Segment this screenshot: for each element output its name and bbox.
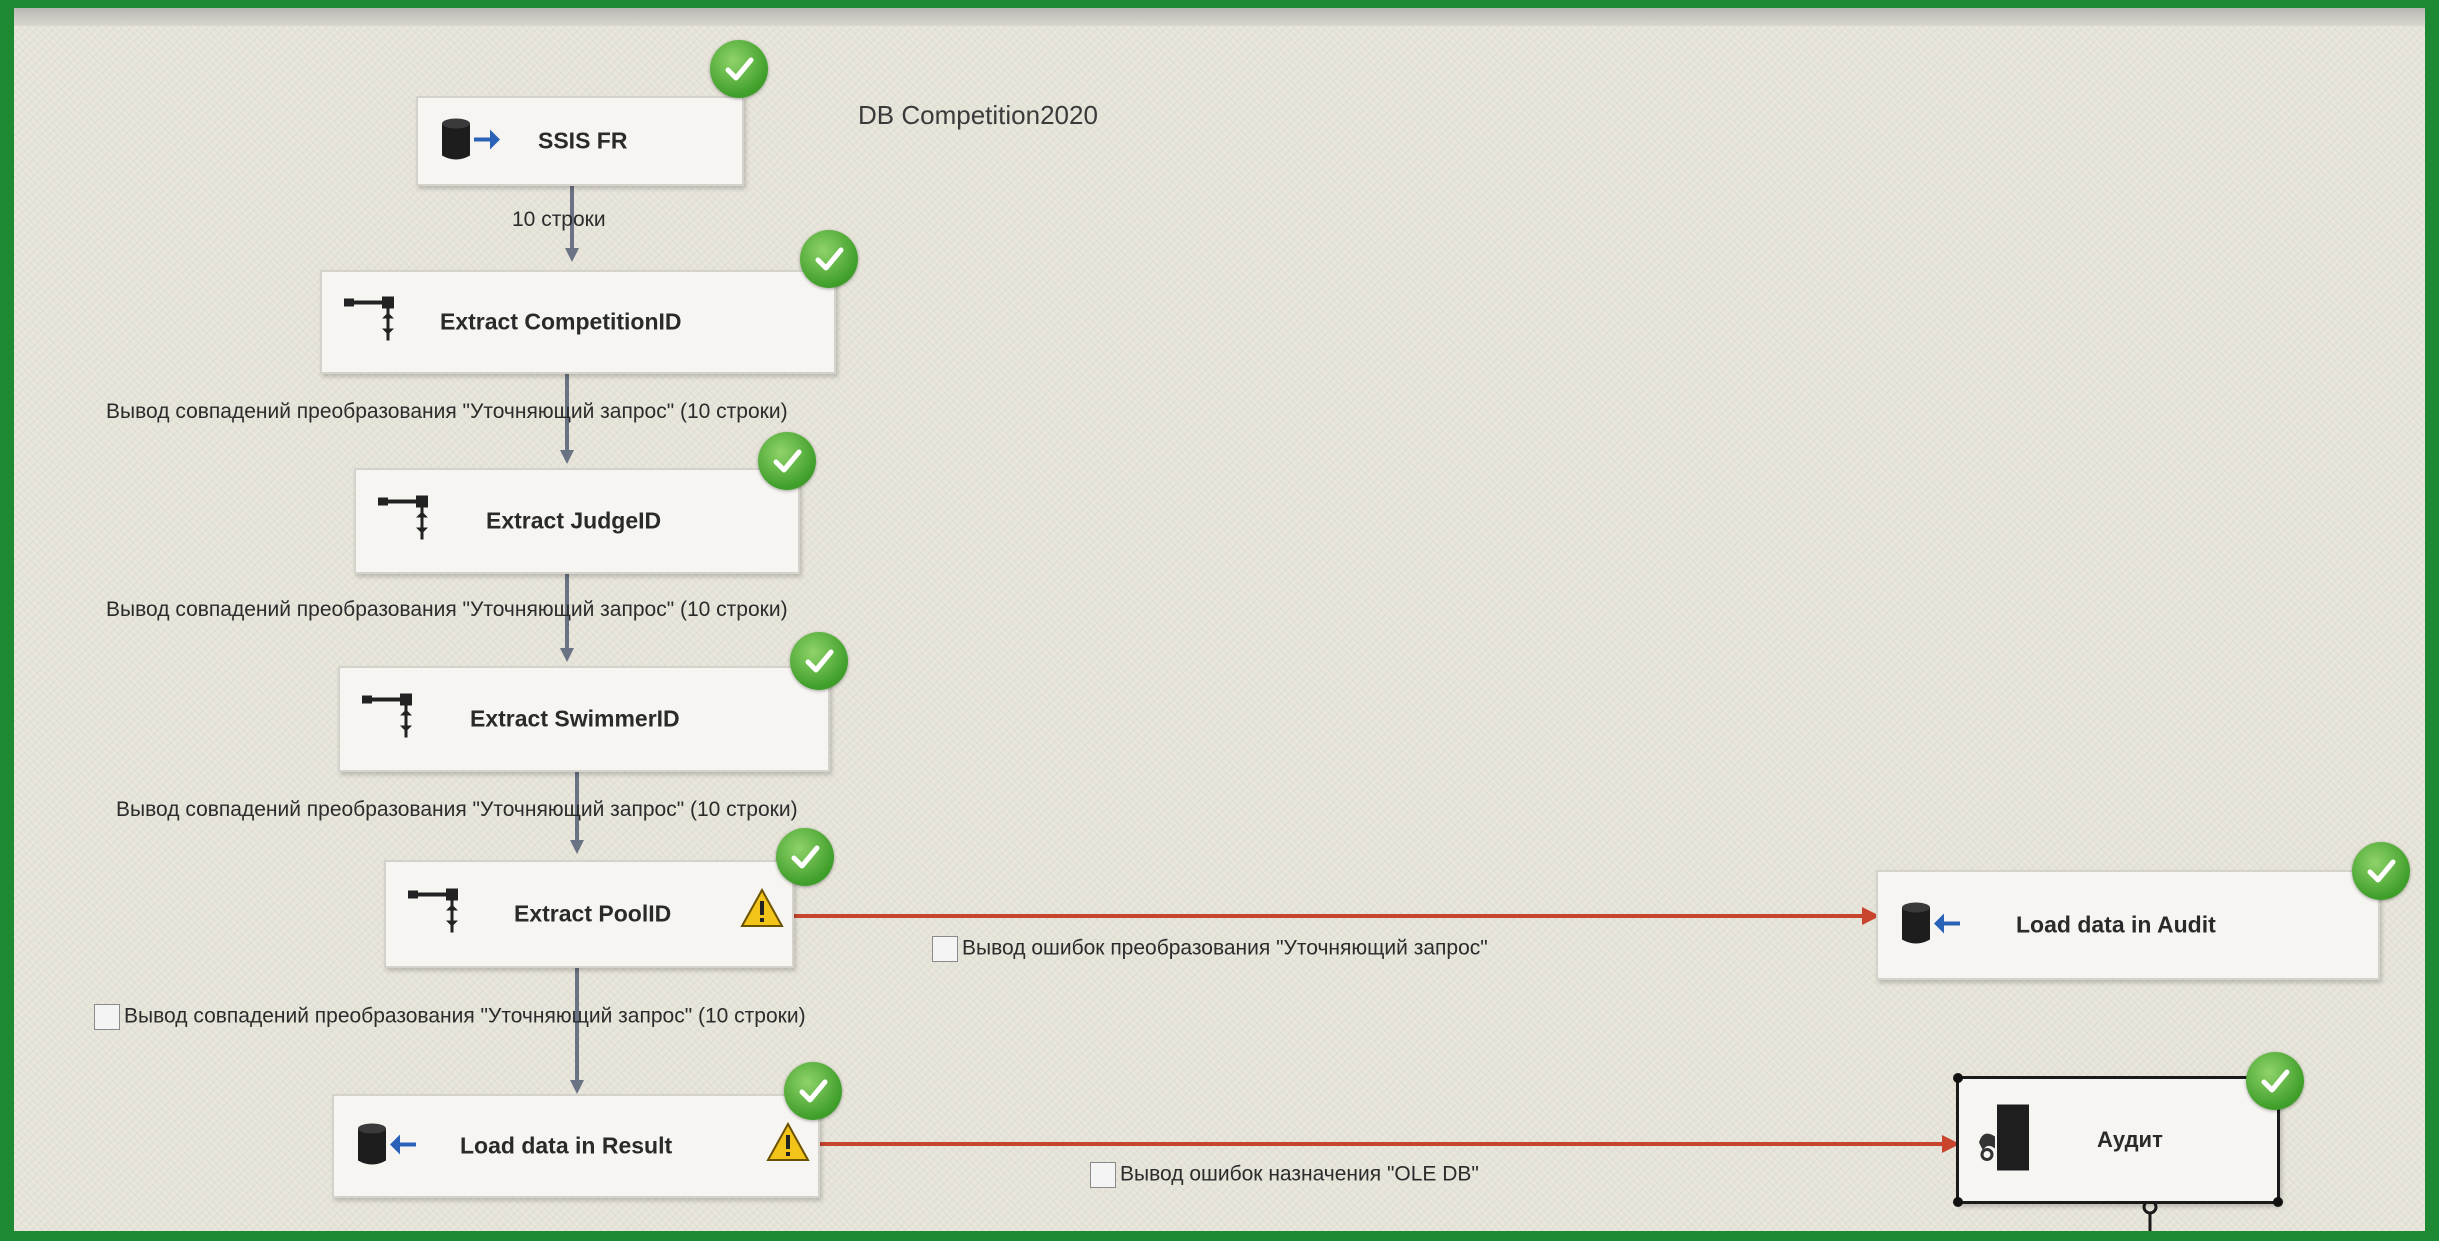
data-viewer-icon[interactable] <box>932 936 958 962</box>
warning-icon[interactable] <box>766 1121 810 1167</box>
task-label: Load data in Audit <box>2016 911 2216 938</box>
data-flow-designer-canvas[interactable]: DB Competition2020 SSIS FR 10 строки Ext… <box>14 8 2425 1231</box>
audit-output-connector[interactable] <box>2142 1199 2158 1231</box>
lookup-icon <box>376 494 434 549</box>
flow-label-1: 10 строки <box>512 208 606 231</box>
success-check-icon <box>758 432 816 490</box>
success-check-icon <box>790 632 848 690</box>
task-audit[interactable]: Аудит <box>1953 1073 2283 1207</box>
lookup-icon <box>406 887 464 942</box>
lookup-icon <box>342 295 400 350</box>
success-check-icon <box>800 230 858 288</box>
flow-label-2: Вывод совпадений преобразования "Уточняю… <box>106 400 788 423</box>
task-label: Аудит <box>2097 1127 2163 1152</box>
data-viewer-icon[interactable] <box>1090 1162 1116 1188</box>
selection-handle[interactable] <box>1953 1197 1963 1207</box>
task-load-result[interactable]: Load data in Result <box>332 1094 820 1198</box>
flow-label-4: Вывод совпадений преобразования "Уточняю… <box>116 798 798 821</box>
success-check-icon <box>2352 842 2410 900</box>
task-label: Extract CompetitionID <box>440 308 682 335</box>
task-extract-swimmer[interactable]: Extract SwimmerID <box>338 666 830 772</box>
error-flow-label-result: Вывод ошибок назначения "OLE DB" <box>1090 1162 1479 1188</box>
error-flow-label-pool: Вывод ошибок преобразования "Уточняющий … <box>932 936 1488 962</box>
task-load-audit[interactable]: Load data in Audit <box>1876 870 2380 980</box>
task-label: Extract JudgeID <box>486 507 662 534</box>
success-check-icon <box>784 1062 842 1120</box>
audit-transform-icon <box>1973 1103 2033 1178</box>
oledb-source-icon <box>438 116 502 167</box>
oledb-destination-icon <box>354 1121 418 1172</box>
warning-icon[interactable] <box>740 887 784 933</box>
canvas-annotation[interactable]: DB Competition2020 <box>858 100 1098 131</box>
task-extract-judge[interactable]: Extract JudgeID <box>354 468 800 574</box>
task-ssis-fr[interactable]: SSIS FR <box>416 96 744 186</box>
selection-handle[interactable] <box>1953 1073 1963 1083</box>
task-label: Extract SwimmerID <box>470 705 680 732</box>
success-check-icon <box>710 40 768 98</box>
task-label: SSIS FR <box>538 127 628 154</box>
success-check-icon <box>776 828 834 886</box>
task-extract-competition[interactable]: Extract CompetitionID <box>320 270 836 374</box>
oledb-destination-icon <box>1898 900 1962 951</box>
flow-label-5: Вывод совпадений преобразования "Уточняю… <box>94 1004 806 1030</box>
error-flow-text: Вывод ошибок назначения "OLE DB" <box>1120 1162 1479 1186</box>
task-label: Load data in Result <box>460 1132 673 1159</box>
success-check-icon <box>2246 1052 2304 1110</box>
task-label: Extract PoolID <box>514 900 672 927</box>
flow-text: Вывод совпадений преобразования "Уточняю… <box>124 1004 806 1028</box>
selection-handle[interactable] <box>2273 1197 2283 1207</box>
data-viewer-icon[interactable] <box>94 1004 120 1030</box>
task-extract-pool[interactable]: Extract PoolID <box>384 860 794 968</box>
flow-label-3: Вывод совпадений преобразования "Уточняю… <box>106 598 788 621</box>
error-flow-text: Вывод ошибок преобразования "Уточняющий … <box>962 936 1488 960</box>
lookup-icon <box>360 692 418 747</box>
